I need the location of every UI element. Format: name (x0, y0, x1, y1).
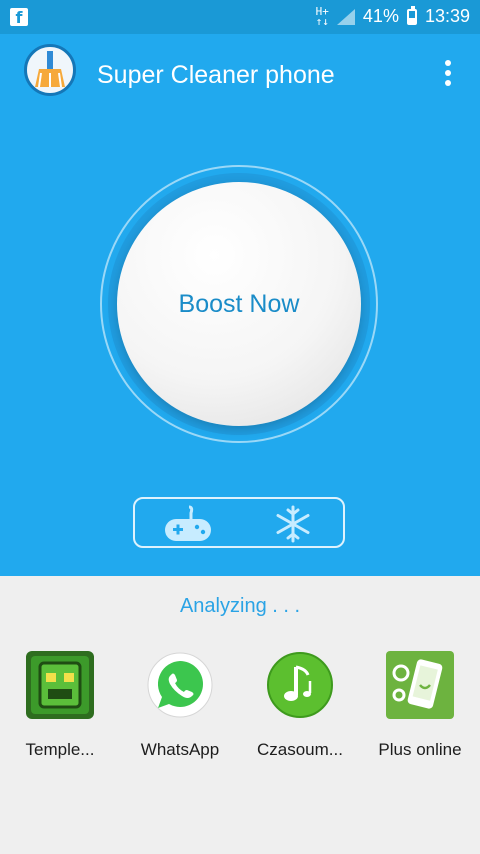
analysis-panel: Analyzing . . . Temple... WhatsApp Czaso… (0, 576, 480, 854)
app-item-temple[interactable]: Temple... (0, 651, 120, 760)
battery-fill (408, 17, 415, 23)
clock: 13:39 (424, 6, 470, 26)
whatsapp-icon (147, 652, 213, 718)
app-item-plus-online[interactable]: Plus online (360, 651, 480, 760)
status-bar: f H+ ↑↓ 41% 13:39 (0, 0, 480, 34)
signal-icon (336, 8, 355, 25)
battery-icon (406, 5, 417, 25)
mode-switcher (133, 497, 345, 548)
plus-online-icon (386, 651, 454, 719)
data-transfer-icon: H+ ↑↓ (315, 4, 329, 28)
app-title: Super Cleaner phone (97, 61, 335, 89)
music-note-icon (267, 652, 333, 718)
app-bar: Super Cleaner phone (0, 34, 480, 118)
app-item-label: WhatsApp (140, 740, 220, 759)
app-item-label: Czasoum... (257, 740, 343, 759)
app-item-label: Plus online (378, 740, 462, 759)
battery-percent: 41% (362, 6, 399, 26)
more-vert-icon[interactable] (440, 60, 456, 90)
snowflake-icon[interactable] (273, 504, 313, 544)
boost-panel: Boost Now (0, 118, 480, 576)
app-item-whatsapp[interactable]: WhatsApp (120, 651, 240, 760)
app-list: Temple... WhatsApp Czasoum... Plus onlin… (0, 651, 480, 771)
app-item-czasoum[interactable]: Czasoum... (240, 651, 360, 760)
temple-run-icon (26, 651, 94, 719)
status-indicators: H+ ↑↓ 41% 13:39 (315, 4, 470, 28)
broom-icon (24, 44, 76, 96)
analyzing-status: Analyzing . . . (179, 595, 301, 617)
app-item-label: Temple... (25, 740, 95, 759)
gamepad-icon[interactable] (163, 505, 213, 543)
facebook-notification-icon: f (10, 8, 28, 27)
boost-now-button[interactable]: Boost Now (117, 182, 361, 426)
